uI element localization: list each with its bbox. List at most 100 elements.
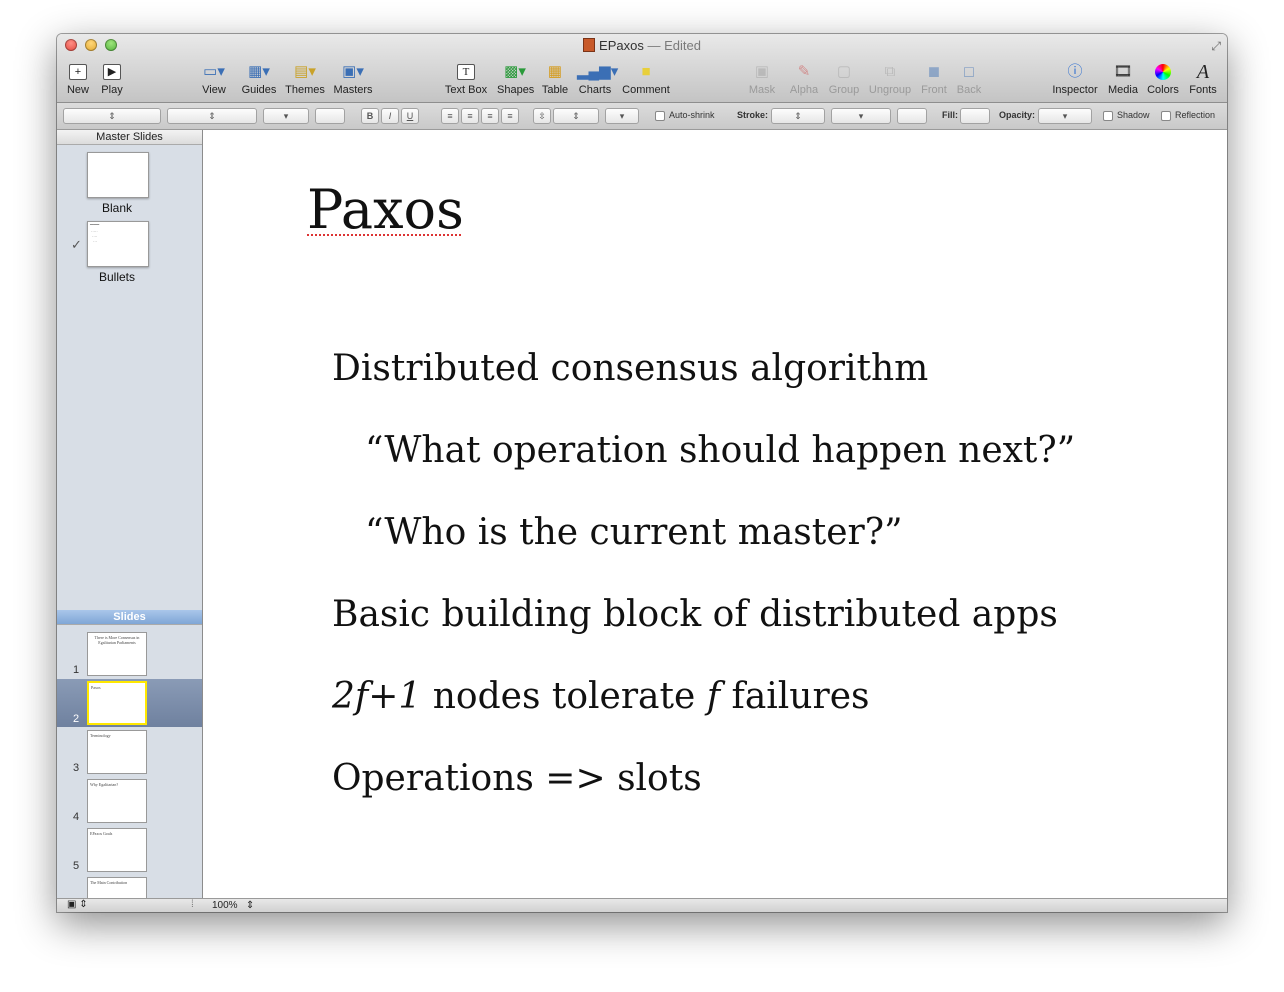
slide-canvas[interactable]: Paxos Distributed consensus algorithm “W…: [203, 130, 1227, 898]
bullet-3[interactable]: “Who is the current master?”: [365, 512, 902, 553]
columns-select[interactable]: ▾: [605, 108, 639, 124]
document-icon: [583, 38, 596, 52]
alpha-button[interactable]: ✎ Alpha: [787, 62, 821, 96]
auto-shrink-label: Auto-shrink: [669, 110, 715, 120]
status-bar: ▣ ⇕ ⁞ 100% ⇕: [57, 898, 1227, 912]
shapes-icon: ▩▾: [504, 63, 526, 80]
auto-shrink-checkbox[interactable]: [655, 111, 665, 121]
inspector-button[interactable]: ⓘ Inspector: [1051, 62, 1099, 96]
view-mode-icon[interactable]: ▣ ⇕: [67, 899, 88, 910]
align-center-button[interactable]: ≡: [461, 108, 479, 124]
play-icon: ▶: [101, 62, 123, 82]
play-button[interactable]: ▶ Play: [101, 62, 123, 96]
slide-row-2[interactable]: Paxos 2: [57, 679, 202, 727]
slide-number: 1: [73, 664, 80, 676]
align-left-button[interactable]: ≡: [441, 108, 459, 124]
new-button[interactable]: + New: [65, 62, 91, 96]
back-button[interactable]: ◻ Back: [955, 62, 983, 96]
fullscreen-icon[interactable]: ⤢: [1211, 39, 1221, 54]
charts-button[interactable]: ▂▄▆▾ Charts: [577, 62, 619, 96]
slide-thumb: Terminology: [87, 730, 147, 774]
ungroup-icon: ⧉: [884, 63, 896, 80]
slide-thumb: Paxos: [87, 681, 147, 725]
slides-header: Slides: [57, 610, 202, 625]
table-button[interactable]: ▦ Table: [541, 62, 569, 96]
fill-label: Fill:: [942, 110, 958, 120]
keynote-window: EPaxos — Edited ⤢ + New ▶ Play ▭▾ View ▦▾ Gu…: [57, 34, 1227, 912]
bold-button[interactable]: B: [361, 108, 379, 124]
slide-row-3[interactable]: Terminology 3: [57, 728, 202, 776]
shapes-button[interactable]: ▩▾ Shapes: [497, 62, 534, 96]
group-button[interactable]: ▢ Group: [827, 62, 861, 96]
fonts-button[interactable]: A Fonts: [1187, 62, 1219, 96]
front-button[interactable]: ◼ Front: [919, 62, 949, 96]
media-button[interactable]: 🎞 Media: [1107, 62, 1139, 96]
bullet-5[interactable]: 2f+1 nodes tolerate f failures: [332, 676, 869, 717]
slide-row-6[interactable]: The Main Contribution: [57, 875, 202, 898]
master-label-blank: Blank: [101, 201, 133, 215]
slide-row-4[interactable]: Why Egalitarian? 4: [57, 777, 202, 825]
stroke-style-select[interactable]: ⇕: [771, 108, 825, 124]
font-typeface-select[interactable]: ▾: [263, 108, 309, 124]
ungroup-button[interactable]: ⧉ Ungroup: [867, 62, 913, 96]
align-right-button[interactable]: ≡: [481, 108, 499, 124]
slide-thumb: The Main Contribution: [87, 877, 147, 898]
master-thumb-bullets[interactable]: ▔▔▔ ····· ···· ···: [87, 221, 149, 267]
alpha-icon: ✎: [797, 63, 811, 80]
font-family-select[interactable]: ⇕: [167, 108, 257, 124]
mask-button[interactable]: ▣ Mask: [747, 62, 777, 96]
shadow-checkbox[interactable]: [1103, 111, 1113, 121]
justify-button[interactable]: ≡: [501, 108, 519, 124]
master-thumb-blank[interactable]: [87, 152, 149, 198]
font-size-field[interactable]: [315, 108, 345, 124]
comment-icon: ■: [641, 63, 651, 80]
bullet-5-variable: f: [706, 676, 721, 717]
comment-button[interactable]: ■ Comment: [621, 62, 671, 96]
themes-button[interactable]: ▤▾ Themes: [285, 62, 325, 96]
grid-icon: ▦▾: [248, 63, 270, 80]
opacity-label: Opacity:: [999, 110, 1036, 120]
slide-number: 4: [73, 811, 80, 823]
colors-button[interactable]: Colors: [1147, 62, 1179, 96]
bullet-1[interactable]: Distributed consensus algorithm: [332, 348, 928, 389]
bullet-5-text: nodes tolerate: [421, 676, 707, 717]
text-box-button[interactable]: T Text Box: [443, 62, 489, 96]
zoom-select[interactable]: 100% ⇕: [212, 900, 254, 911]
underline-button[interactable]: U: [401, 108, 419, 124]
bar-chart-icon: ▂▄▆▾: [577, 63, 619, 80]
slide-thumb: There is More Consensus in Egalitarian P…: [87, 632, 147, 676]
reflection-label: Reflection: [1175, 110, 1216, 120]
guides-button[interactable]: ▦▾ Guides: [241, 62, 277, 96]
slide-row-1[interactable]: There is More Consensus in Egalitarian P…: [57, 630, 202, 678]
stroke-color-well[interactable]: [897, 108, 927, 124]
masters-icon: ▣▾: [342, 63, 364, 80]
italic-button[interactable]: I: [381, 108, 399, 124]
text-box-icon: T: [443, 62, 489, 82]
view-button[interactable]: ▭▾ View: [197, 62, 231, 96]
bring-front-icon: ◼: [927, 63, 941, 80]
spacing-select[interactable]: ⇕: [553, 108, 599, 124]
fill-color-well[interactable]: [960, 108, 990, 124]
reflection-checkbox[interactable]: [1161, 111, 1171, 121]
format-bar: ⇕ ⇕ ▾ B I U ≡ ≡ ≡ ≡ ⇳ ⇕ ▾ Auto-shrink St…: [57, 103, 1227, 130]
slide-thumb: EPaxos Goals: [87, 828, 147, 872]
zoom-value: 100%: [212, 900, 238, 911]
slide-title[interactable]: Paxos: [307, 178, 464, 241]
master-slides-header: Master Slides: [57, 130, 202, 145]
bullet-4[interactable]: Basic building block of distributed apps: [332, 594, 1058, 635]
slide-number: 2: [73, 713, 80, 725]
masters-button[interactable]: ▣▾ Masters: [333, 62, 373, 96]
opacity-select[interactable]: ▾: [1038, 108, 1092, 124]
style-select[interactable]: ⇕: [63, 108, 161, 124]
window-title: EPaxos — Edited: [57, 38, 1227, 53]
document-name: EPaxos: [599, 38, 644, 53]
bullet-2[interactable]: “What operation should happen next?”: [365, 430, 1075, 471]
stroke-width-select[interactable]: ▾: [831, 108, 891, 124]
bullet-6[interactable]: Operations => slots: [332, 758, 702, 799]
slide-thumb: Why Egalitarian?: [87, 779, 147, 823]
slide-row-5[interactable]: EPaxos Goals 5: [57, 826, 202, 874]
resize-handle-icon[interactable]: ⁞: [191, 899, 194, 910]
edited-status: — Edited: [643, 38, 701, 53]
plus-icon: +: [65, 62, 91, 82]
line-spacing-button[interactable]: ⇳: [533, 108, 551, 124]
